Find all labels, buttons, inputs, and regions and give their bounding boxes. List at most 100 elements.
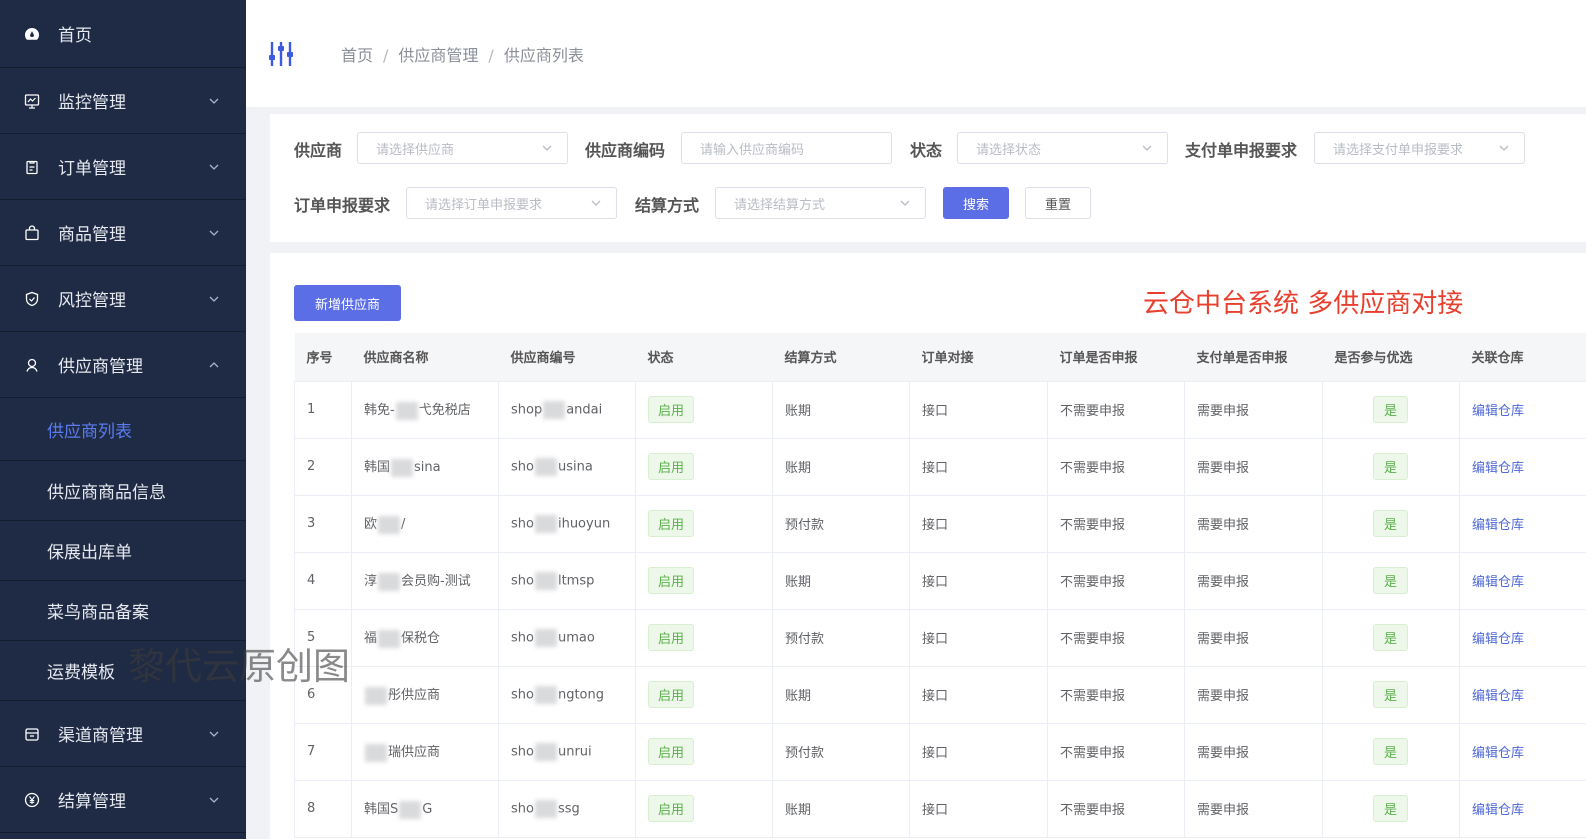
edit-warehouse-link[interactable]: 编辑仓库 <box>1472 632 1524 647</box>
sidebar-item-label: 监控管理 <box>58 93 126 113</box>
edit-warehouse-link[interactable]: 编辑仓库 <box>1472 404 1524 419</box>
cell-pay-decl: 需要申报 <box>1184 780 1323 838</box>
supplier-code-input[interactable]: 请输入供应商编码 <box>681 132 892 164</box>
cell-pay-decl: 需要申报 <box>1184 495 1323 553</box>
chevron-down-icon <box>209 164 219 170</box>
status-badge: 启用 <box>648 795 695 822</box>
edit-warehouse-link[interactable]: 编辑仓库 <box>1472 746 1524 761</box>
cell-action: 编辑仓库 <box>1459 381 1586 439</box>
sidebar-subitem-supplier-goods[interactable]: 供应商商品信息 <box>0 461 246 521</box>
add-supplier-button[interactable]: 新增供应商 <box>294 285 401 321</box>
status-select[interactable]: 请选择状态 <box>957 132 1168 164</box>
cell-name: 韩国 sina <box>351 438 499 496</box>
sidebar-item-home[interactable]: 首页 <box>0 0 246 68</box>
cell-code: sho ihuoyun <box>498 495 636 553</box>
preferred-badge: 是 <box>1373 681 1409 708</box>
monitor-icon <box>24 93 40 109</box>
reset-button[interactable]: 重置 <box>1025 187 1091 219</box>
table-row: 7 瑞供应商 sho unrui 启用 预付款 接口 不需要申报 需要申报 是 编辑仓库 <box>294 723 1586 781</box>
pay-decl-select[interactable]: 请选择支付单申报要求 <box>1314 132 1525 164</box>
sidebar-item-products[interactable]: 商品管理 <box>0 200 246 266</box>
preferred-badge: 是 <box>1373 738 1409 765</box>
collapse-menu-icon[interactable] <box>268 40 294 68</box>
order-decl-select[interactable]: 请选择订单申报要求 <box>406 187 617 219</box>
cell-preferred: 是 <box>1322 552 1460 610</box>
breadcrumb: 首页 / 供应商管理 / 供应商列表 <box>341 46 584 65</box>
order-decl-label: 订单申报要求 <box>294 196 391 215</box>
cell-status: 启用 <box>635 381 773 439</box>
preferred-badge: 是 <box>1373 567 1409 594</box>
table-row: 8 韩国S Gsho ssg 启用 账期 接口 不需要申报 需要申报 是 编辑仓库 <box>294 780 1586 838</box>
cell-name: 淳会员购-测试 <box>351 552 499 610</box>
cell-settle: 账期 <box>772 780 910 838</box>
cell-dock: 接口 <box>909 552 1048 610</box>
table-row: 5 福保税仓 sho umao 启用 预付款 接口 不需要申报 需要申报是编辑仓库 <box>294 609 1586 667</box>
cell-pay-decl: 需要申报 <box>1184 666 1323 724</box>
chevron-down-icon <box>1142 145 1152 151</box>
status-badge: 启用 <box>648 624 695 651</box>
sidebar-item-settlement[interactable]: 结算管理 <box>0 767 246 833</box>
cell-name: 瑞供应商 <box>351 723 499 781</box>
sidebar-item-risk[interactable]: 风控管理 <box>0 266 246 332</box>
sidebar-item-label: 商品管理 <box>58 225 126 245</box>
cell-status: 启用 <box>635 495 773 553</box>
breadcrumb-supplier-mgmt[interactable]: 供应商管理 <box>398 46 478 65</box>
sidebar-item-orders[interactable]: 订单管理 <box>0 134 246 200</box>
settle-select[interactable]: 请选择结算方式 <box>715 187 926 219</box>
status-badge: 启用 <box>648 510 695 537</box>
chevron-down-icon <box>1499 145 1509 151</box>
cell-code: sho umao <box>498 609 636 667</box>
cell-preferred: 是 <box>1322 666 1460 724</box>
supplier-select[interactable]: 请选择供应商 <box>357 132 568 164</box>
sidebar-item-suppliers[interactable]: 供应商管理 <box>0 332 246 398</box>
cell-preferred: 是 <box>1322 381 1460 439</box>
sidebar-item-monitor[interactable]: 监控管理 <box>0 68 246 134</box>
edit-warehouse-link[interactable]: 编辑仓库 <box>1472 803 1524 818</box>
bag-icon <box>24 224 40 241</box>
cell-status: 启用 <box>635 609 773 667</box>
chevron-down-icon <box>209 797 219 803</box>
shield-icon <box>24 291 40 307</box>
supplier-code-label: 供应商编码 <box>585 141 666 160</box>
cell-status: 启用 <box>635 780 773 838</box>
cell-dock: 接口 <box>909 723 1048 781</box>
cell-name: 欧 / <box>351 495 499 553</box>
cell-dock: 接口 <box>909 438 1048 496</box>
cell-no: 4 <box>294 552 352 610</box>
cell-status: 启用 <box>635 438 773 496</box>
cell-code: sho ssg <box>498 780 636 838</box>
watermark: 黎代云原创图 <box>128 645 350 688</box>
edit-warehouse-link[interactable]: 编辑仓库 <box>1472 689 1524 704</box>
table-row: 3 欧 / sho ihuoyun 启用 预付款 接口 不需要申报 需要申报 是 编辑仓库 <box>294 495 1586 553</box>
redaction-blur <box>399 800 422 819</box>
sidebar-subitem-cainiao[interactable]: 菜鸟商品备案 <box>0 581 246 641</box>
preferred-badge: 是 <box>1373 510 1409 537</box>
sidebar-subitem-supplier-list[interactable]: 供应商列表 <box>0 398 246 461</box>
pay-decl-label: 支付单申报要求 <box>1185 141 1298 160</box>
breadcrumb-home[interactable]: 首页 <box>341 46 373 65</box>
cell-dock: 接口 <box>909 609 1048 667</box>
sidebar-item-label: 供应商管理 <box>58 357 143 377</box>
cell-status: 启用 <box>635 723 773 781</box>
edit-warehouse-link[interactable]: 编辑仓库 <box>1472 518 1524 533</box>
sidebar-item-channels[interactable]: 渠道商管理 <box>0 701 246 767</box>
col-header: 订单是否申报 <box>1047 333 1185 382</box>
cell-order-decl: 不需要申报 <box>1047 666 1185 724</box>
cell-action: 编辑仓库 <box>1459 723 1586 781</box>
cell-settle: 账期 <box>772 552 910 610</box>
status-badge: 启用 <box>648 681 695 708</box>
cell-order-decl: 不需要申报 <box>1047 780 1185 838</box>
edit-warehouse-link[interactable]: 编辑仓库 <box>1472 575 1524 590</box>
settle-label: 结算方式 <box>635 196 700 215</box>
cell-no: 1 <box>294 381 352 439</box>
search-button[interactable]: 搜索 <box>943 187 1009 219</box>
cell-action: 编辑仓库 <box>1459 609 1586 667</box>
sidebar-subitem-outbound[interactable]: 保展出库单 <box>0 521 246 581</box>
col-header: 序号 <box>294 333 352 382</box>
sidebar-item-label: 首页 <box>58 26 92 46</box>
cell-order-decl: 不需要申报 <box>1047 552 1185 610</box>
supplier-table: 序号 供应商名称 供应商编号 状态 结算方式 订单对接 订单是否申报 支付单是否… <box>294 333 1586 838</box>
edit-warehouse-link[interactable]: 编辑仓库 <box>1472 461 1524 476</box>
cell-preferred: 是 <box>1322 609 1460 667</box>
redaction-blur <box>395 401 418 420</box>
